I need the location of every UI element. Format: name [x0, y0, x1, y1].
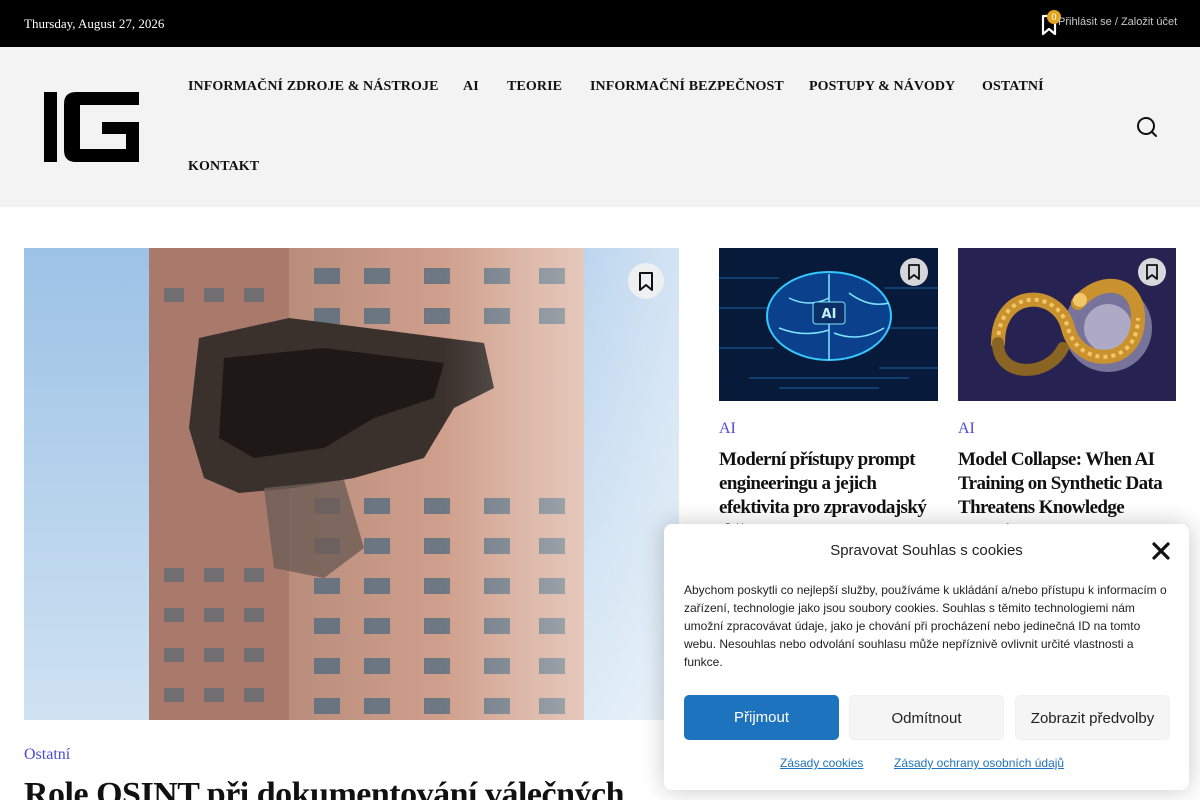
nav-item-ai[interactable]: AI	[463, 79, 479, 95]
login-register-link[interactable]: Přihlásit se / Založit účet	[1058, 16, 1177, 28]
nav-item-teorie[interactable]: TEORIE	[507, 79, 562, 95]
privacy-policy-link[interactable]: Zásady ochrany osobních údajů	[894, 756, 1064, 770]
cookie-dialog-title: Spravovat Souhlas s cookies	[830, 542, 1023, 559]
nav-item-postupy-navody[interactable]: POSTUPY & NÁVODY	[809, 79, 955, 95]
nav-item-ostatni[interactable]: OSTATNÍ	[982, 79, 1044, 95]
bookmark-icon	[908, 264, 920, 280]
view-preferences-button[interactable]: Zobrazit předvolby	[1015, 695, 1170, 740]
top-bar: Thursday, August 27, 2026 0 Přihlásit se…	[0, 0, 1200, 47]
cookie-policy-link[interactable]: Zásady cookies	[780, 756, 863, 770]
site-header: INFORMAČNÍ ZDROJE & NÁSTROJE AI TEORIE I…	[0, 47, 1200, 207]
cookie-dialog-text: Abychom poskytli co nejlepší služby, pou…	[684, 583, 1167, 669]
bookmark-icon	[1146, 264, 1158, 280]
feature-article-title[interactable]: Role OSINT při dokumentování válečných	[24, 776, 704, 800]
current-date: Thursday, August 27, 2026	[24, 16, 165, 31]
bookmark-icon	[639, 272, 653, 291]
card-1-bookmark-button[interactable]	[900, 258, 928, 286]
feature-article-image[interactable]	[24, 248, 679, 720]
nav-item-informacni-bezpecnost[interactable]: INFORMAČNÍ BEZPEČNOST	[590, 79, 784, 95]
cookie-consent-dialog: Spravovat Souhlas s cookies Abychom posk…	[664, 524, 1189, 790]
damaged-building-photo	[24, 248, 679, 720]
nav-item-informacni-zdroje[interactable]: INFORMAČNÍ ZDROJE & NÁSTROJE	[188, 79, 439, 95]
card-2-bookmark-button[interactable]	[1138, 258, 1166, 286]
card-2-category-link[interactable]: AI	[958, 420, 975, 438]
deny-button[interactable]: Odmítnout	[849, 695, 1004, 740]
search-icon[interactable]	[1135, 115, 1159, 139]
feature-category-link[interactable]: Ostatní	[24, 746, 70, 764]
accept-button[interactable]: Přijmout	[684, 695, 839, 740]
card-1-category-link[interactable]: AI	[719, 420, 736, 438]
nav-item-kontakt[interactable]: KONTAKT	[188, 159, 259, 175]
svg-text:AI: AI	[822, 307, 837, 322]
site-logo[interactable]	[44, 92, 140, 162]
close-icon[interactable]	[1150, 540, 1172, 562]
feature-bookmark-button[interactable]	[628, 263, 664, 299]
